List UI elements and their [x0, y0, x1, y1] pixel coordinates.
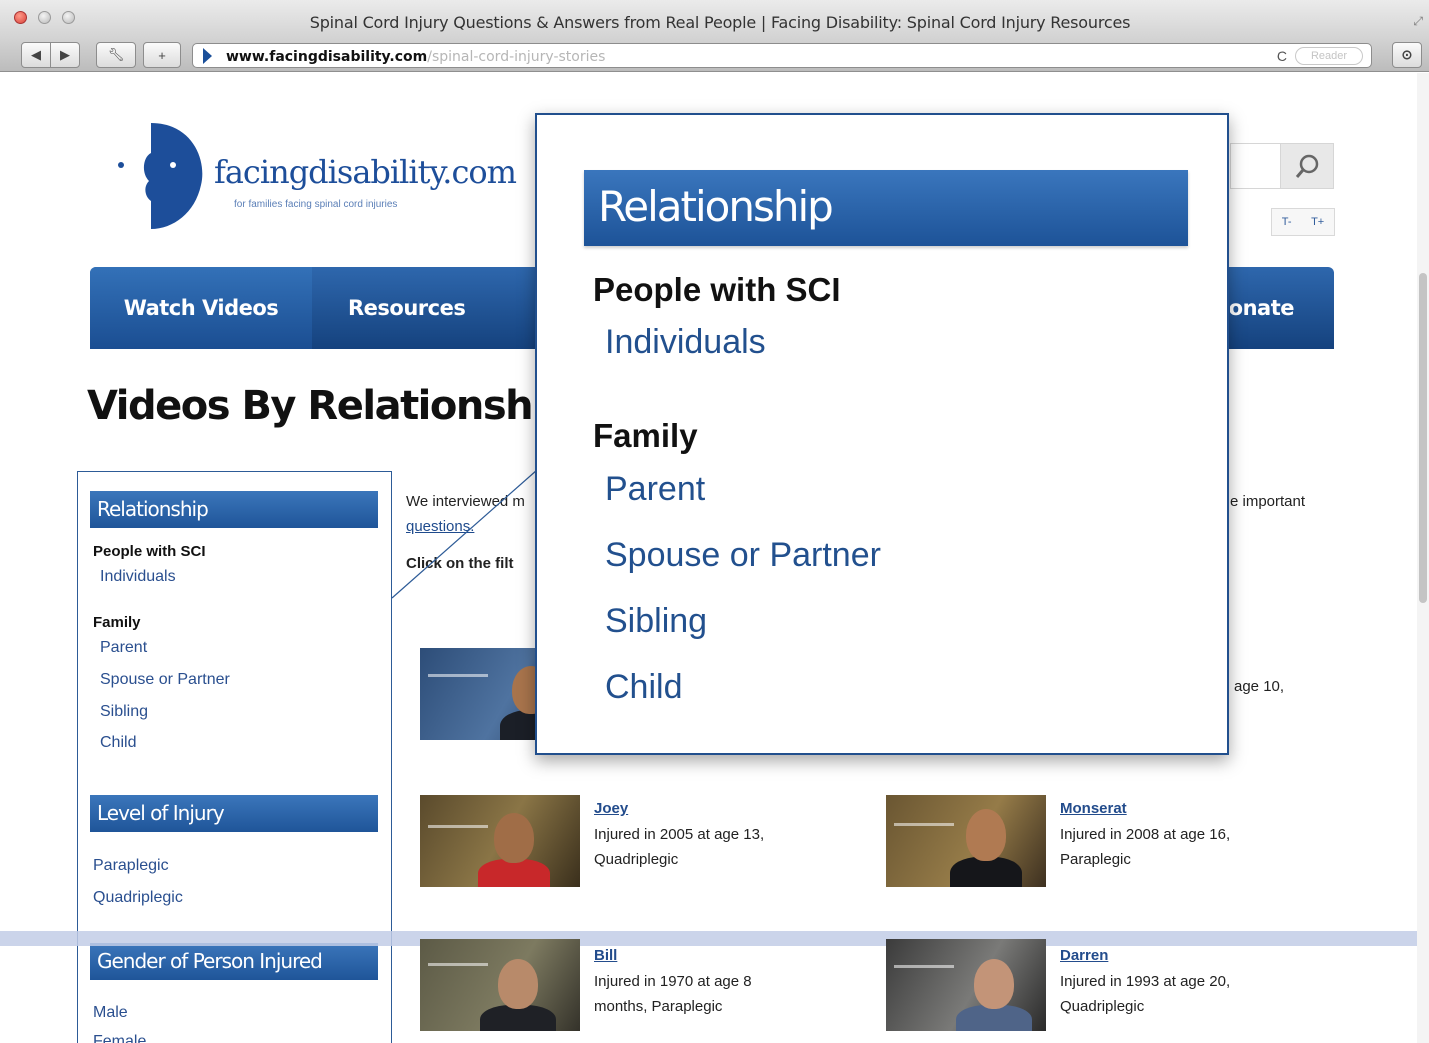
filter-link-parent[interactable]: Parent: [100, 639, 147, 657]
filter-group-people: People with SCI: [93, 543, 206, 560]
downloads-button[interactable]: ⊙: [1392, 42, 1422, 68]
filter-hint: Click on the filt: [406, 555, 514, 572]
window-title: Spinal Cord Injury Questions & Answers f…: [309, 13, 1131, 32]
search-input[interactable]: [1230, 143, 1282, 189]
filter-link-female[interactable]: Female: [93, 1033, 146, 1043]
zoom-link-parent[interactable]: Parent: [605, 470, 705, 509]
address-bar[interactable]: www.facingdisability.com/spinal-cord-inj…: [192, 43, 1372, 68]
video-link-joey[interactable]: Joey: [594, 800, 628, 817]
plus-icon: +: [158, 47, 166, 63]
filter-link-spouse[interactable]: Spouse or Partner: [100, 671, 230, 689]
fullscreen-icon[interactable]: ⤢: [1413, 14, 1423, 29]
video-description-bill: Injured in 1970 at age 8 months, Paraple…: [594, 969, 814, 1019]
filter-sidebar: Relationship People with SCI Individuals…: [77, 471, 392, 1043]
nav-resources[interactable]: Resources: [348, 267, 466, 349]
filter-link-sibling[interactable]: Sibling: [100, 703, 148, 721]
logo-tagline: for families facing spinal cord injuries: [234, 199, 398, 210]
video-description-darren: Injured in 1993 at age 20, Quadriplegic: [1060, 969, 1280, 1019]
video-thumbnail-joey[interactable]: [420, 795, 580, 887]
video-desc-line: months, Paraplegic: [594, 998, 723, 1015]
video-thumbnail-bill[interactable]: [420, 939, 580, 1031]
filter-link-individuals[interactable]: Individuals: [100, 568, 176, 586]
video-desc-line: Injured in 1993 at age 20,: [1060, 973, 1231, 990]
reload-icon[interactable]: C: [1277, 48, 1287, 64]
video-desc-line: Injured in 1970 at age 8: [594, 973, 752, 990]
url-text[interactable]: www.facingdisability.com/spinal-cord-inj…: [226, 49, 605, 65]
zoom-callout: Relationship People with SCI Individuals…: [535, 113, 1229, 755]
font-size-controls: T- T+: [1271, 208, 1335, 236]
filter-link-child[interactable]: Child: [100, 734, 136, 752]
video-desc-line: Quadriplegic: [594, 851, 679, 868]
window-titlebar: Spinal Cord Injury Questions & Answers f…: [0, 0, 1429, 40]
intro-questions-link[interactable]: questions.: [406, 518, 474, 535]
highlight-band: [0, 931, 1429, 946]
add-bookmark-button[interactable]: +: [143, 42, 181, 68]
nav-donate-label: Donate: [1230, 296, 1295, 320]
browser-toolbar: ◀ ▶ 🔧︎ + www.facingdisability.com/spinal…: [0, 40, 1429, 72]
filter-group-family: Family: [93, 614, 141, 631]
decrease-font-button[interactable]: T-: [1282, 216, 1292, 228]
scrollbar-thumb[interactable]: [1419, 273, 1427, 603]
forward-arrow-icon: ▶: [60, 47, 70, 62]
video-thumbnail-darren[interactable]: [886, 939, 1046, 1031]
video-desc-line: Quadriplegic: [1060, 998, 1145, 1015]
zoom-link-individuals[interactable]: Individuals: [605, 323, 766, 362]
wrench-icon: 🔧︎: [107, 47, 125, 62]
zoom-link-sibling[interactable]: Sibling: [605, 602, 707, 641]
video-desc-line: Injured in 2005 at age 13,: [594, 826, 765, 843]
video-description-monserat: Injured in 2008 at age 16, Paraplegic: [1060, 822, 1280, 872]
filter-heading-relationship: Relationship: [90, 491, 378, 528]
video-desc-fragment: age 10,: [1234, 678, 1285, 695]
filter-link-paraplegic[interactable]: Paraplegic: [93, 857, 169, 875]
filter-heading-gender: Gender of Person Injured: [90, 943, 378, 980]
video-link-monserat[interactable]: Monserat: [1060, 800, 1127, 817]
video-desc-line: Injured in 2008 at age 16,: [1060, 826, 1231, 843]
site-icon: [203, 48, 212, 64]
zoom-heading-relationship: Relationship: [584, 170, 1188, 246]
filter-link-quadriplegic[interactable]: Quadriplegic: [93, 889, 183, 907]
filter-link-male[interactable]: Male: [93, 1004, 128, 1022]
zoom-link-spouse[interactable]: Spouse or Partner: [605, 536, 881, 575]
back-button[interactable]: ◀: [21, 42, 51, 68]
page-scrollbar[interactable]: [1417, 73, 1429, 1043]
video-desc-line: Paraplegic: [1060, 851, 1131, 868]
zoom-group-people: People with SCI: [593, 271, 841, 308]
intro-text-end: e important: [1230, 493, 1306, 510]
page-title: Videos By Relationship: [87, 383, 573, 429]
video-thumbnail-monserat[interactable]: [886, 795, 1046, 887]
nav-donate[interactable]: Donate: [1230, 267, 1334, 349]
intro-text-start: We interviewed m: [406, 493, 525, 510]
forward-button[interactable]: ▶: [50, 42, 80, 68]
increase-font-button[interactable]: T+: [1311, 216, 1324, 228]
video-link-darren[interactable]: Darren: [1060, 947, 1108, 964]
back-arrow-icon: ◀: [31, 47, 41, 62]
video-description-joey: Injured in 2005 at age 13, Quadriplegic: [594, 822, 814, 872]
download-icon: ⊙: [1401, 47, 1413, 62]
nav-watch-videos[interactable]: Watch Videos: [90, 267, 312, 349]
logo-text[interactable]: facingdisability.com: [214, 153, 517, 191]
tools-button[interactable]: 🔧︎: [96, 42, 136, 68]
reader-button[interactable]: Reader: [1295, 47, 1363, 65]
zoom-link-child[interactable]: Child: [605, 668, 682, 707]
filter-heading-level: Level of Injury: [90, 795, 378, 832]
zoom-group-family: Family: [593, 417, 698, 454]
video-link-bill[interactable]: Bill: [594, 947, 617, 964]
search-icon: [1295, 154, 1319, 178]
logo-icon[interactable]: [115, 121, 205, 231]
search-button[interactable]: [1280, 143, 1334, 189]
